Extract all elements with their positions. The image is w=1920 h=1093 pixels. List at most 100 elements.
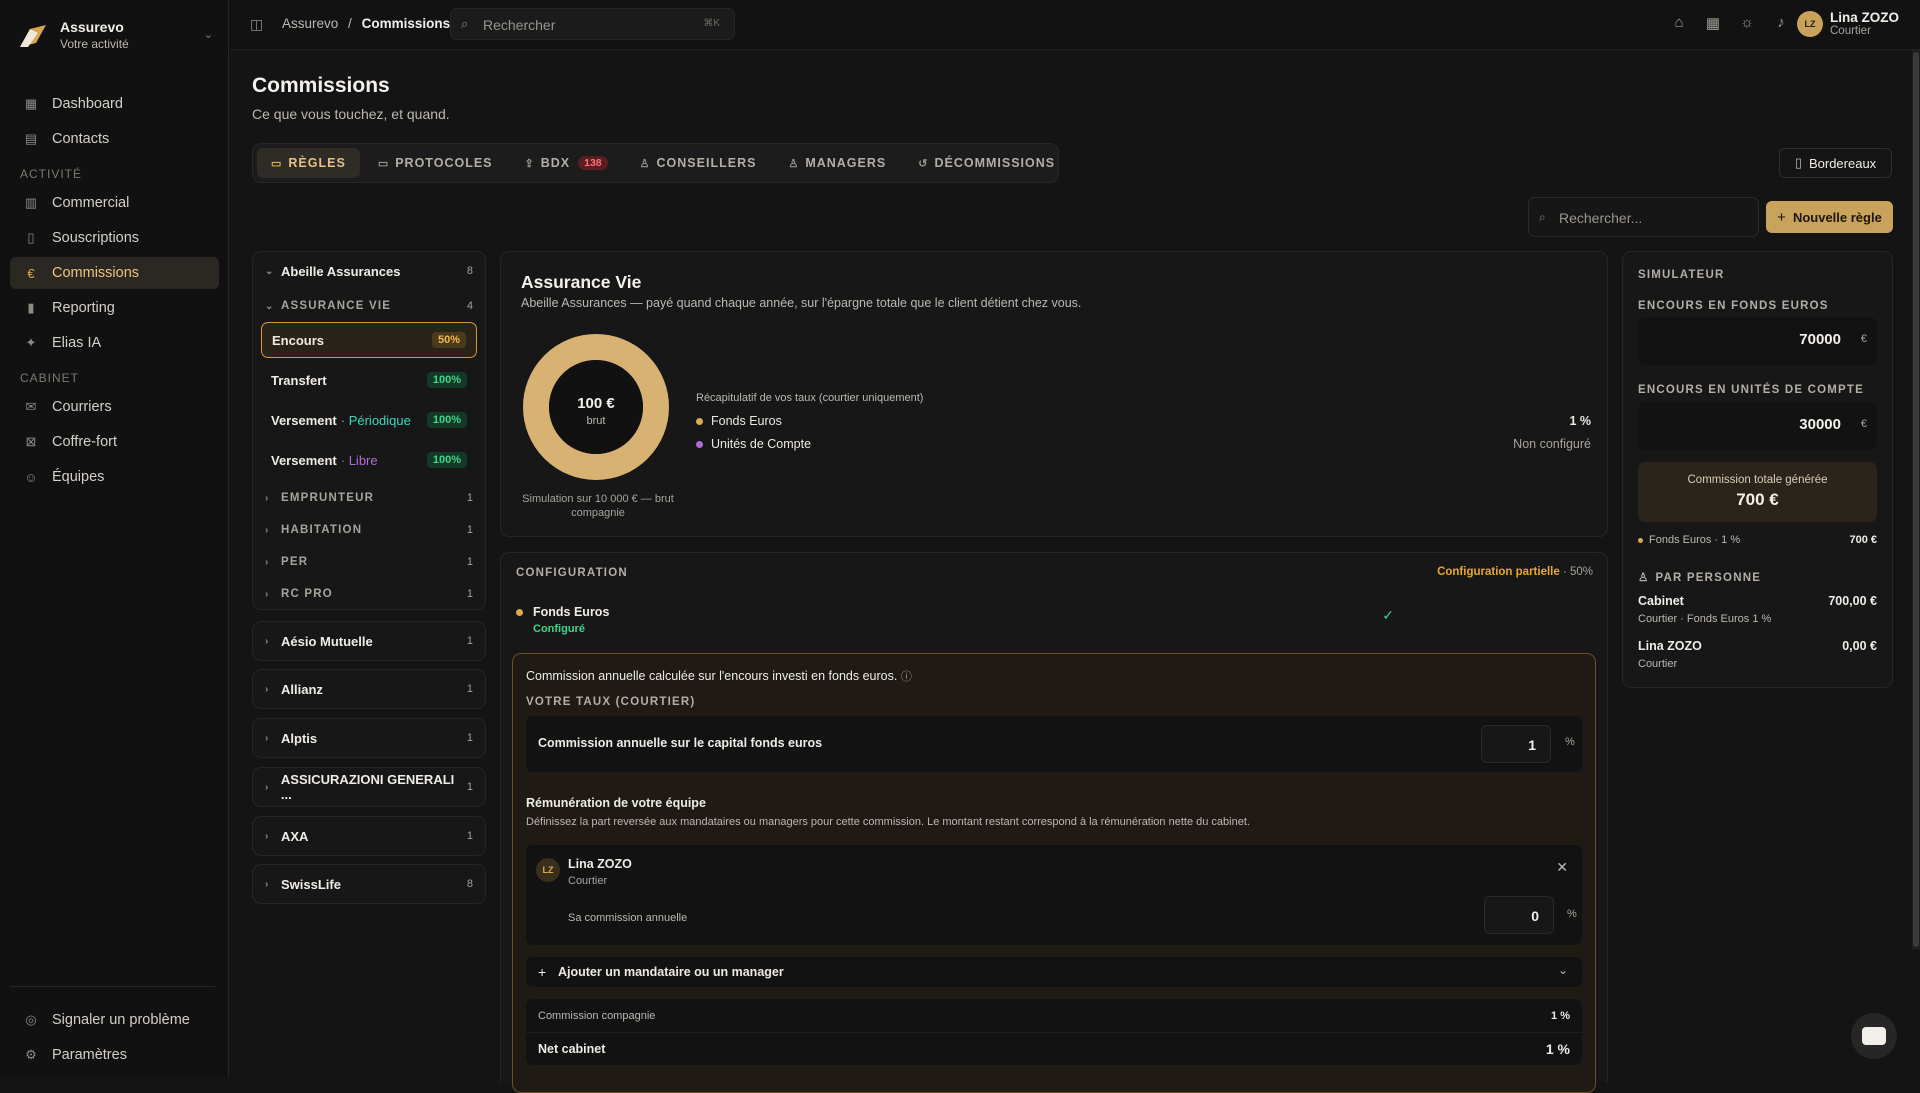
configuration-status-pct: · 50% (1559, 566, 1593, 578)
person-name: Lina ZOZO (1638, 639, 1702, 653)
user-menu[interactable]: LZ Lina ZOZO Courtier (1797, 10, 1899, 37)
sidebar-item-settings[interactable]: ⚙ Paramètres (10, 1039, 219, 1071)
fund-row-fonds-euros[interactable]: Fonds Euros Configuré ✓ (516, 605, 1394, 635)
sidebar-item-label: Équipes (52, 469, 105, 485)
sidebar-item-commercial[interactable]: ▥ Commercial (10, 187, 219, 219)
bell-icon[interactable]: ♪ (1772, 14, 1790, 32)
insurer-alptis[interactable]: › Alptis 1 (252, 718, 486, 758)
tab-protocoles[interactable]: ▭ PROTOCOLES (364, 148, 507, 178)
sidebar-item-souscriptions[interactable]: ▯ Souscriptions (10, 222, 219, 254)
tab-conseillers[interactable]: ♙ CONSEILLERS (626, 148, 771, 178)
insurer-generali[interactable]: › ASSICURAZIONI GENERALI ... 1 (252, 767, 486, 807)
sidebar-item-equipes[interactable]: ☺ Équipes (10, 461, 219, 493)
calendar-icon[interactable]: ▦ (1704, 14, 1722, 32)
member-commission-label: Sa commission annuelle (568, 912, 688, 924)
euro-icon: € (27, 265, 35, 281)
upload-icon: ⇪ (524, 157, 535, 170)
group-rc-pro[interactable]: › RC PRO 1 (253, 578, 485, 610)
chevron-right-icon: › (265, 524, 270, 536)
breadcrumb-root[interactable]: Assurevo (282, 16, 338, 31)
sidebar-item-commissions[interactable]: € Commissions (10, 257, 219, 289)
sidebar-item-courriers[interactable]: ✉ Courriers (10, 391, 219, 423)
sidebar-item-label: Reporting (52, 300, 115, 316)
topbar: ◫ Assurevo / Commissions ⌕ Rechercher ⌘K… (230, 0, 1920, 50)
sidebar-item-coffre-fort[interactable]: ⊠ Coffre-fort (10, 426, 219, 458)
sidebar-item-reporting[interactable]: ▮ Reporting (10, 292, 219, 324)
group-emprunteur[interactable]: › EMPRUNTEUR 1 (253, 482, 485, 514)
workspace-switcher[interactable]: Assurevo Votre activité ⌄ (18, 18, 213, 52)
sidebar-item-report-problem[interactable]: ◎ Signaler un problème (10, 1004, 219, 1036)
gift-icon[interactable]: ⌂ (1670, 14, 1688, 32)
tab-regles[interactable]: ▭ RÈGLES (257, 148, 360, 178)
search-icon: ⌕ (461, 16, 469, 31)
euro-unit: € (1860, 333, 1867, 345)
page-title: Commissions (252, 74, 390, 97)
contacts-icon: ▤ (24, 131, 38, 146)
insurer-axa[interactable]: › AXA 1 (252, 816, 486, 856)
insurer-count: 8 (466, 265, 473, 277)
member-commission-input[interactable]: 0 (1484, 896, 1554, 934)
insurer-count: 1 (466, 781, 473, 793)
insurer-allianz[interactable]: › Allianz 1 (252, 669, 486, 709)
group-name: RC PRO (281, 588, 333, 600)
rate-input[interactable]: 1 (1481, 725, 1551, 763)
bordereaux-button[interactable]: ▯ Bordereaux (1779, 148, 1892, 178)
search-icon: ⌕ (1539, 210, 1546, 224)
sidebar-toggle-icon[interactable]: ◫ (250, 16, 263, 33)
add-member-dropdown[interactable]: + Ajouter un mandataire ou un manager ⌄ (526, 957, 1582, 987)
tab-bdx[interactable]: ⇪ BDX 138 (511, 148, 622, 178)
people-icon: ♙ (788, 157, 800, 170)
add-member-label: Ajouter un mandataire ou un manager (558, 965, 784, 979)
document-icon: ▯ (27, 230, 35, 245)
sidebar-item-elias-ia[interactable]: ✦ Elias IA (10, 327, 219, 359)
help-icon[interactable]: ⓘ (901, 671, 912, 683)
rules-search-input[interactable]: ⌕ Rechercher... (1528, 197, 1759, 237)
configuration-status: Configuration partielle · 50% (1437, 566, 1593, 578)
insurer-header-abeille[interactable]: ⌄ Abeille Assurances 8 (253, 252, 485, 290)
team-icon: ☺ (24, 469, 38, 485)
group-name: PER (281, 556, 309, 568)
chat-support-button[interactable] (1851, 1013, 1897, 1059)
fonds-euros-label: ENCOURS EN FONDS EUROS (1638, 300, 1829, 312)
rule-item-encours[interactable]: Encours 50% (261, 322, 477, 358)
insurer-count: 1 (466, 683, 473, 695)
global-search[interactable]: ⌕ Rechercher ⌘K (450, 8, 735, 40)
fonds-euros-input[interactable]: 70000 € (1638, 317, 1877, 365)
sidebar-item-dashboard[interactable]: ▦ Dashboard (10, 88, 219, 120)
group-habitation[interactable]: › HABITATION 1 (253, 514, 485, 546)
insurer-swisslife[interactable]: › SwissLife 8 (252, 864, 486, 904)
insurer-aesio[interactable]: › Aésio Mutuelle 1 (252, 621, 486, 661)
rule-item-versement-libre[interactable]: Versement · Libre 100% (261, 442, 477, 478)
new-rule-button[interactable]: + Nouvelle règle (1766, 201, 1893, 233)
theme-sun-icon[interactable]: ☼ (1738, 14, 1756, 32)
sidebar-item-contacts[interactable]: ▤ Contacts (10, 123, 219, 155)
sidebar-divider (10, 986, 215, 987)
breakdown-row: Fonds Euros · 1 % 700 € (1638, 534, 1877, 546)
topbar-actions: ⌂ ▦ ☼ ♪ (1670, 14, 1790, 32)
tab-bar: ▭ RÈGLES ▭ PROTOCOLES ⇪ BDX 138 ♙ CONSEILLERS… (252, 143, 1059, 183)
bordereaux-label: Bordereaux (1808, 155, 1877, 171)
insurer-name: Abeille Assurances (281, 263, 401, 279)
rule-item-transfert[interactable]: Transfert 100% (261, 362, 477, 398)
chevron-down-icon: ⌄ (265, 300, 275, 312)
page-subtitle: Ce que vous touchez, et quand. (252, 106, 450, 122)
tab-managers[interactable]: ♙ MANAGERS (774, 148, 900, 178)
rule-name: Encours (272, 332, 325, 348)
insurer-name: Allianz (281, 681, 323, 697)
simulator-title: SIMULATEUR (1638, 269, 1725, 281)
donut-caption: Simulation sur 10 000 € — brut compagnie (522, 493, 674, 519)
person-icon: ♙ (639, 157, 651, 170)
uc-input[interactable]: 30000 € (1638, 402, 1877, 450)
sidebar-section-cabinet: CABINET (20, 371, 80, 385)
rule-item-versement-periodique[interactable]: Versement · Périodique 100% (261, 402, 477, 438)
total-commission-box: Commission totale générée 700 € (1638, 462, 1877, 522)
group-name: ASSURANCE VIE (281, 300, 392, 312)
group-per[interactable]: › PER 1 (253, 546, 485, 578)
close-icon[interactable]: ✕ (1556, 859, 1568, 876)
group-assurance-vie[interactable]: ⌄ ASSURANCE VIE 4 (253, 290, 485, 322)
people-icon: ♙ (1638, 572, 1650, 584)
tab-decommissions[interactable]: ↺ DÉCOMMISSIONS (904, 148, 1069, 178)
rule-summary-card: Assurance Vie Abeille Assurances — payé … (500, 251, 1608, 537)
page-scrollbar[interactable] (1912, 50, 1920, 950)
total-commission-label: Commission totale générée (1687, 474, 1828, 486)
